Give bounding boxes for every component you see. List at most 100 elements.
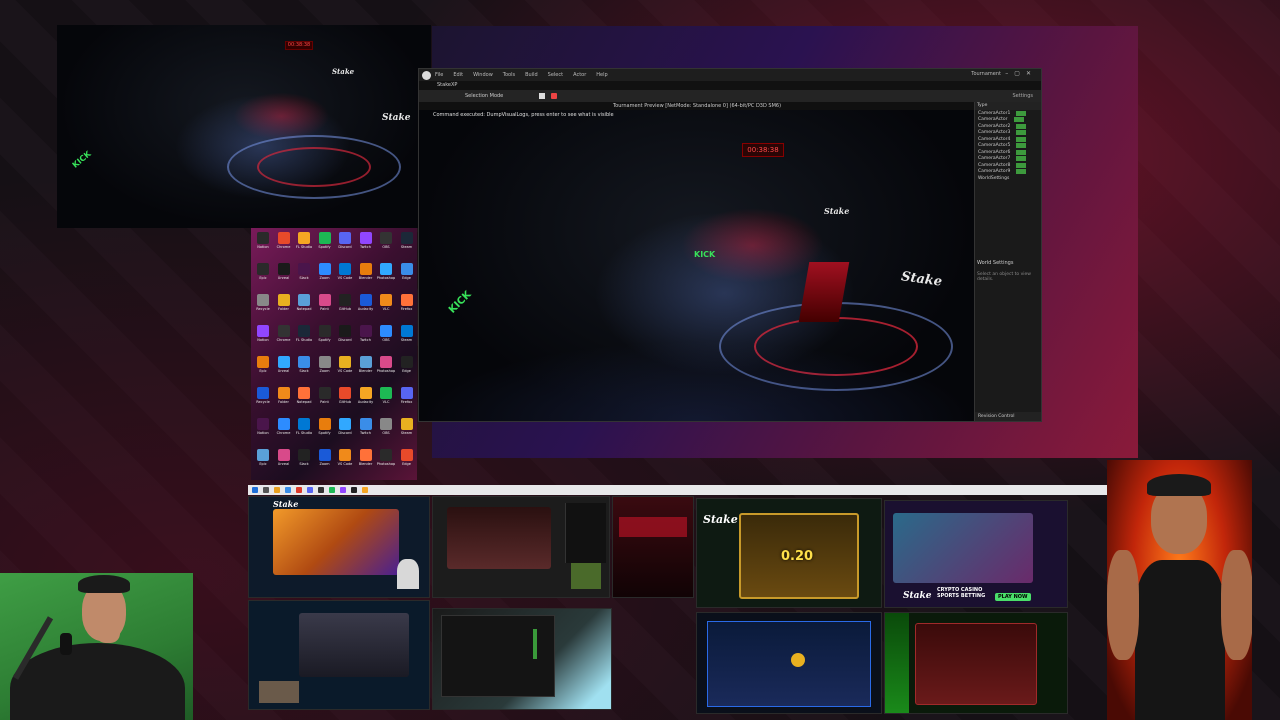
window-controls[interactable]: –▢✕ (1005, 70, 1037, 77)
desktop-icon[interactable]: OBS (376, 325, 396, 351)
stream-tile-7[interactable] (432, 608, 612, 710)
desktop-icon[interactable]: Notepad (294, 387, 314, 413)
desktop-icon[interactable]: OBS (376, 418, 396, 444)
desktop-icon[interactable]: Spotify (315, 232, 335, 258)
desktop-icon[interactable]: Epic (253, 356, 273, 382)
visibility-icon[interactable] (1016, 123, 1027, 129)
visibility-icon[interactable] (1013, 117, 1024, 123)
desktop-icon[interactable]: FL Studio (294, 418, 314, 444)
desktop-icon[interactable]: Twitch (356, 325, 376, 351)
desktop-icon[interactable]: Slack (294, 449, 314, 475)
stream-tile-8[interactable] (696, 612, 882, 714)
desktop-icon[interactable]: Chrome (274, 418, 294, 444)
twitch-icon[interactable] (340, 487, 346, 493)
menu-help[interactable]: Help (596, 72, 607, 78)
desktop-icon[interactable]: Firefox (397, 294, 417, 320)
desktop-icon[interactable]: Folder (274, 294, 294, 320)
desktop-icon[interactable]: Chrome (274, 232, 294, 258)
menu-build[interactable]: Build (525, 72, 538, 78)
world-settings-tab[interactable]: World Settings (977, 260, 1013, 266)
desktop-icon[interactable]: Twitch (356, 418, 376, 444)
edge-icon[interactable] (285, 487, 291, 493)
visibility-icon[interactable] (1016, 149, 1027, 155)
folder-icon[interactable] (274, 487, 280, 493)
menu-actor[interactable]: Actor (573, 72, 586, 78)
desktop-icon[interactable]: Zoom (315, 263, 335, 289)
desktop-icon[interactable]: Edge (397, 356, 417, 382)
level-tab[interactable]: StakeXP (419, 81, 1041, 90)
unreal-icon[interactable] (351, 487, 357, 493)
desktop-icon[interactable]: Slack (294, 356, 314, 382)
discord-icon[interactable] (307, 487, 313, 493)
desktop-icon[interactable]: Discord (335, 325, 355, 351)
desktop-icon[interactable]: Notion (253, 418, 273, 444)
desktop-icon[interactable]: Steam (397, 232, 417, 258)
desktop-icon[interactable]: Slack (294, 263, 314, 289)
pause-button[interactable] (539, 93, 546, 99)
desktop-icon[interactable]: Notepad (294, 294, 314, 320)
visibility-icon[interactable] (1016, 130, 1027, 136)
visibility-icon[interactable] (1016, 136, 1027, 142)
desktop-icon[interactable]: Zoom (315, 356, 335, 382)
desktop-icon[interactable]: Blender (356, 449, 376, 475)
stream-tile-4[interactable]: Stake 0.20 (696, 498, 882, 608)
play-now-button[interactable]: PLAY NOW (995, 593, 1031, 601)
desktop-icon[interactable]: Photoshop (376, 356, 396, 382)
desktop-icon[interactable]: Edge (397, 449, 417, 475)
desktop-icon[interactable]: Steam (397, 325, 417, 351)
desktop-icon[interactable]: Paint (315, 294, 335, 320)
desktop-icon[interactable]: Audacity (356, 387, 376, 413)
settings-button[interactable]: Settings (1012, 93, 1033, 99)
desktop-icon[interactable]: VS Code (335, 356, 355, 382)
desktop-icon[interactable]: VS Code (335, 263, 355, 289)
desktop-icon[interactable]: Unreal (274, 356, 294, 382)
visibility-icon[interactable] (1016, 143, 1027, 149)
menu-window[interactable]: Window (473, 72, 493, 78)
selection-mode-dropdown[interactable]: Selection Mode (465, 93, 503, 99)
desktop-icon[interactable]: VS Code (335, 449, 355, 475)
desktop-icon[interactable]: Epic (253, 263, 273, 289)
desktop-icon[interactable]: Photoshop (376, 449, 396, 475)
desktop-icon[interactable]: Folder (274, 387, 294, 413)
desktop-icon[interactable]: Spotify (315, 418, 335, 444)
menu-tools[interactable]: Tools (503, 72, 515, 78)
search-icon[interactable] (263, 487, 269, 493)
desktop-icon[interactable]: OBS (376, 232, 396, 258)
preview-viewport[interactable]: Tournament Preview [NetMode: Standalone … (419, 102, 975, 421)
world-outliner[interactable]: Type CameraActor1 CameraActor CameraActo… (974, 102, 1041, 421)
stream-tile-1[interactable]: Stake (248, 496, 430, 598)
desktop-icon[interactable]: Discord (335, 232, 355, 258)
desktop-icon[interactable]: VLC (376, 294, 396, 320)
desktop-icon[interactable]: Edge (397, 263, 417, 289)
desktop-icon[interactable]: Recycle (253, 294, 273, 320)
desktop-icon[interactable]: Notion (253, 232, 273, 258)
desktop-icon[interactable]: Blender (356, 263, 376, 289)
revision-control-button[interactable]: Revision Control (975, 412, 1041, 421)
desktop-icon[interactable]: Chrome (274, 325, 294, 351)
stream-tile-9[interactable] (884, 612, 1068, 714)
stream-tile-6[interactable] (248, 600, 430, 710)
desktop-icon[interactable]: Audacity (356, 294, 376, 320)
desktop-icon[interactable]: FL Studio (294, 232, 314, 258)
desktop-icon[interactable]: Steam (397, 418, 417, 444)
stream-tile-3[interactable] (612, 496, 694, 598)
desktop-icon[interactable]: Blender (356, 356, 376, 382)
app-icon[interactable] (362, 487, 368, 493)
spotify-icon[interactable] (329, 487, 335, 493)
desktop-icon[interactable]: Discord (335, 418, 355, 444)
desktop-icon[interactable]: FL Studio (294, 325, 314, 351)
desktop-icon[interactable]: Twitch (356, 232, 376, 258)
visibility-icon[interactable] (1016, 169, 1027, 175)
visibility-icon[interactable] (1016, 110, 1027, 116)
visibility-icon[interactable] (1016, 162, 1027, 168)
unreal-editor-window[interactable]: File Edit Window Tools Build Select Acto… (418, 68, 1042, 422)
desktop-icon[interactable]: Photoshop (376, 263, 396, 289)
menu-file[interactable]: File (435, 72, 443, 78)
menu-select[interactable]: Select (548, 72, 563, 78)
desktop-icon[interactable]: Recycle (253, 387, 273, 413)
stream-tile-2[interactable] (432, 496, 610, 598)
start-icon[interactable] (252, 487, 258, 493)
desktop-icon[interactable]: Zoom (315, 449, 335, 475)
desktop-icon[interactable]: GitHub (335, 387, 355, 413)
desktop-icon[interactable]: Epic (253, 449, 273, 475)
